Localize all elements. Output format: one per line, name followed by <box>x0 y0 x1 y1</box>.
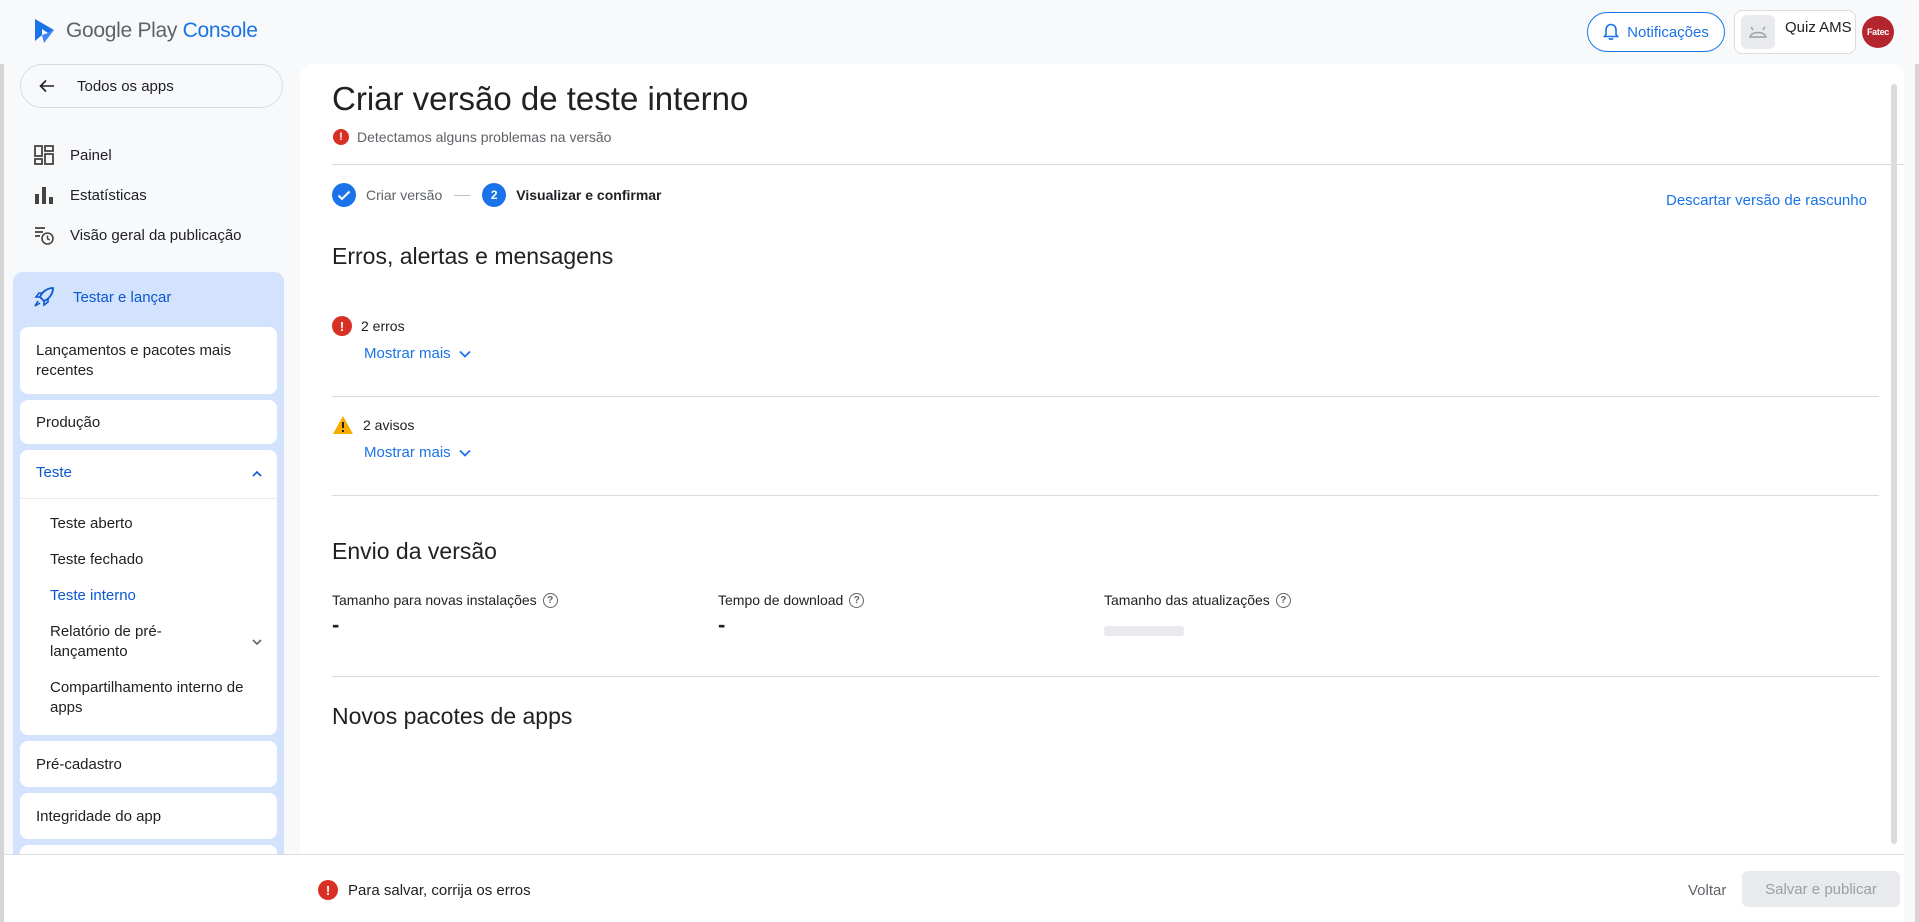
error-icon: ! <box>333 129 349 145</box>
metric-label: Tempo de download <box>718 592 844 608</box>
discard-draft-link[interactable]: Descartar versão de rascunho <box>1666 192 1867 209</box>
step-separator <box>454 194 471 196</box>
sidebar-item-label: Estatísticas <box>70 186 147 204</box>
sidebar-item-production[interactable]: Produção <box>20 400 277 444</box>
sidebar: Todos os apps Painel Estatísticas Visão … <box>0 64 300 875</box>
main-panel: Criar versão de teste interno ! Detectam… <box>300 64 1904 854</box>
sidebar-item-label: Integridade do app <box>36 807 162 825</box>
google-play-console-logo[interactable]: Google Play Console <box>32 17 258 45</box>
sidebar-subitem-pre-launch-report[interactable]: Relatório de pré-lançamento <box>50 622 225 662</box>
sidebar-item-app-integrity[interactable]: Integridade do app <box>20 793 277 839</box>
step-review-confirm: Visualizar e confirmar <box>516 187 662 203</box>
metric-update-size: Tamanho das atualizações ? <box>1104 592 1291 608</box>
sidebar-item-label: Pré-cadastro <box>36 755 122 773</box>
sidebar-subitem-internal-testing[interactable]: Teste interno <box>50 586 136 606</box>
sidebar-group-test-and-release: Testar e lançar Lançamentos e pacotes ma… <box>13 272 284 875</box>
step-number: 2 <box>482 183 507 207</box>
all-apps-button[interactable]: Todos os apps <box>20 64 283 108</box>
errors-count: 2 erros <box>361 318 405 334</box>
sidebar-item-label: Visão geral da publicação <box>70 226 242 244</box>
metric-label: Tamanho das atualizações <box>1104 592 1270 608</box>
divider <box>332 676 1879 677</box>
divider <box>332 164 1904 165</box>
metric-download-time: Tempo de download ? <box>718 592 865 608</box>
top-bar: Google Play Console Notificações Quiz AM… <box>0 0 1919 64</box>
chevron-down-icon <box>459 449 471 457</box>
release-problem-notice: ! Detectamos alguns problemas na versão <box>333 129 611 145</box>
error-icon: ! <box>332 316 352 336</box>
avatar[interactable]: Fatec <box>1862 16 1894 48</box>
show-more-label: Mostrar mais <box>364 444 451 461</box>
check-icon <box>332 183 356 207</box>
publishing-overview-icon <box>35 227 54 245</box>
divider <box>332 396 1879 397</box>
rocket-icon <box>34 287 54 307</box>
sidebar-item-label: Painel <box>70 146 112 164</box>
page-title: Criar versão de teste interno <box>332 80 749 117</box>
sidebar-item-pre-registration[interactable]: Pré-cadastro <box>20 741 277 787</box>
step-create-release[interactable]: Criar versão <box>366 187 442 203</box>
show-more-warnings-button[interactable]: Mostrar mais <box>364 444 471 461</box>
warning-icon <box>333 416 353 434</box>
show-more-label: Mostrar mais <box>364 345 451 362</box>
main-scrollbar[interactable] <box>1890 70 1898 850</box>
bell-icon <box>1603 23 1620 40</box>
save-error-message: ! Para salvar, corrija os erros <box>318 880 531 900</box>
arrow-back-icon <box>39 79 54 93</box>
sidebar-item-latest-releases[interactable]: Lançamentos e pacotes mais recentes <box>20 327 277 394</box>
errors-summary: ! 2 erros <box>332 316 405 336</box>
sidebar-item-publishing-overview[interactable]: Visão geral da publicação <box>34 221 242 249</box>
chevron-up-icon[interactable] <box>252 470 262 477</box>
sidebar-subitem-open-testing[interactable]: Teste aberto <box>50 514 133 534</box>
sidebar-group-label: Testar e lançar <box>73 288 172 306</box>
sidebar-item-statistics[interactable]: Estatísticas <box>34 181 147 209</box>
scrollbar-thumb[interactable] <box>1891 84 1897 844</box>
all-apps-label: Todos os apps <box>77 77 174 95</box>
play-logo-icon <box>35 19 54 43</box>
dashboard-icon <box>34 145 54 165</box>
sidebar-item-label: Lançamentos e pacotes mais recentes <box>36 341 232 379</box>
metric-value: - <box>332 612 340 637</box>
notifications-label: Notificações <box>1627 23 1709 41</box>
error-icon: ! <box>318 880 338 900</box>
metric-label: Tamanho para novas instalações <box>332 592 537 608</box>
section-title-delivery: Envio da versão <box>332 538 497 564</box>
section-title-errors: Erros, alertas e mensagens <box>332 243 614 269</box>
help-icon[interactable]: ? <box>542 592 558 608</box>
notifications-button[interactable]: Notificações <box>1587 12 1725 52</box>
back-button[interactable]: Voltar <box>1674 873 1740 907</box>
metric-value: - <box>718 612 726 637</box>
bar-chart-icon <box>35 187 53 204</box>
window-edge-right <box>1915 0 1919 922</box>
sidebar-subitem-closed-testing[interactable]: Teste fechado <box>50 550 143 570</box>
app-name: Quiz AMS <box>1785 18 1852 36</box>
metric-new-install-size: Tamanho para novas instalações ? <box>332 592 558 608</box>
sidebar-item-label: Produção <box>36 413 101 431</box>
sidebar-item-testing-label[interactable]: Teste <box>36 464 72 481</box>
bottom-action-bar: ! Para salvar, corrija os erros Voltar S… <box>4 854 1904 922</box>
android-app-icon <box>1741 15 1775 49</box>
loading-placeholder <box>1104 626 1184 636</box>
problem-text: Detectamos alguns problemas na versão <box>357 129 612 145</box>
chevron-down-icon[interactable] <box>252 639 262 646</box>
sidebar-subitem-internal-app-sharing[interactable]: Compartilhamento interno de apps <box>50 678 260 718</box>
warnings-count: 2 avisos <box>363 417 415 433</box>
sidebar-item-dashboard[interactable]: Painel <box>34 141 112 169</box>
save-error-text: Para salvar, corrija os erros <box>348 881 531 899</box>
logo-text: Google Play Console <box>66 19 258 42</box>
save-and-publish-button[interactable]: Salvar e publicar <box>1742 871 1900 907</box>
warnings-summary: 2 avisos <box>332 415 414 435</box>
sidebar-item-testing: Teste Teste aberto Teste fechado Teste i… <box>20 450 277 735</box>
show-more-errors-button[interactable]: Mostrar mais <box>364 345 471 362</box>
section-title-app-bundles: Novos pacotes de apps <box>332 703 573 729</box>
release-stepper: Criar versão 2 Visualizar e confirmar <box>332 183 662 207</box>
divider <box>332 495 1879 496</box>
sidebar-group-header[interactable]: Testar e lançar <box>33 286 171 308</box>
help-icon[interactable]: ? <box>849 592 865 608</box>
help-icon[interactable]: ? <box>1275 592 1291 608</box>
app-selector[interactable]: Quiz AMS <box>1734 10 1856 54</box>
divider <box>20 498 277 499</box>
chevron-down-icon <box>459 350 471 358</box>
